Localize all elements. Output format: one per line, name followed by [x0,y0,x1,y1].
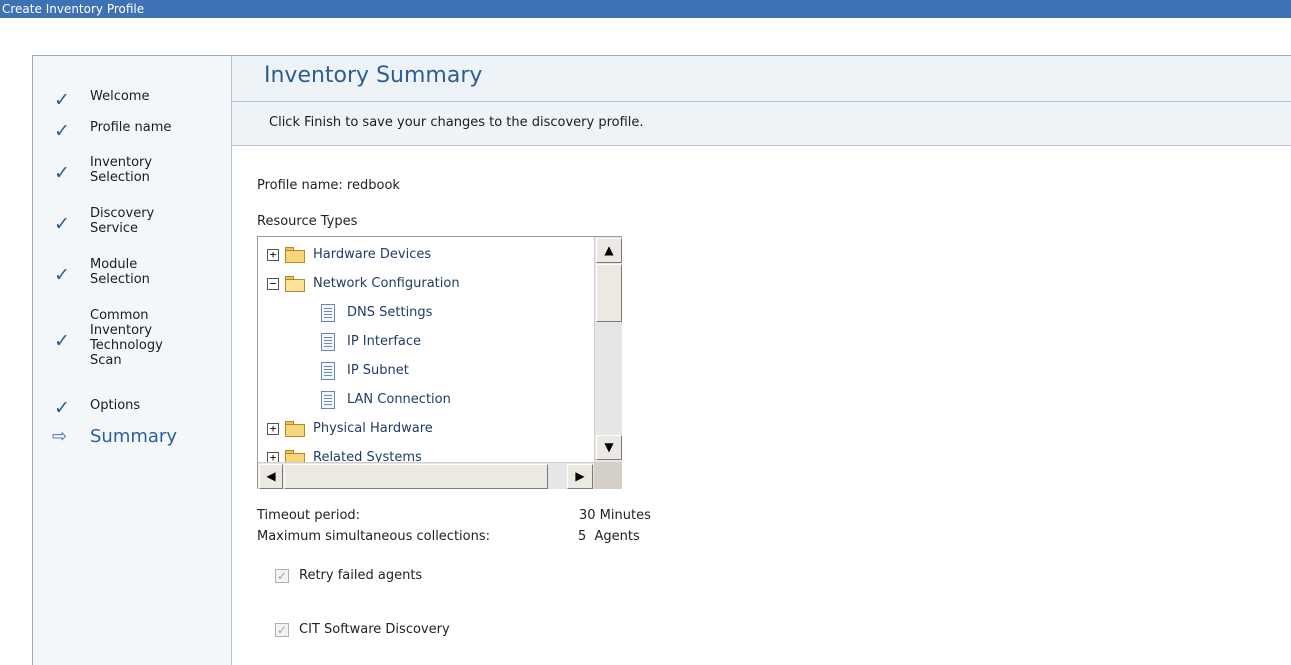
check-icon: ✓ [54,397,70,419]
step-label: Summary [90,426,177,447]
tree-item-network-configuration[interactable]: − Network Configuration [267,273,587,295]
tree-viewport: + Hardware Devices − Network Configurati… [258,237,594,462]
expand-icon[interactable]: + [267,423,279,435]
wizard-steps-sidebar: ✓ Welcome ✓ Profile name ✓ Inventory Sel… [33,56,232,665]
horizontal-scroll-thumb[interactable] [284,464,548,489]
check-icon: ✓ [54,162,70,184]
step-label: Options [90,398,141,413]
tree-item-label: Related Systems [313,450,422,462]
window-title: Create Inventory Profile [2,2,145,16]
expand-icon[interactable]: + [267,452,279,462]
collapse-icon[interactable]: − [267,278,279,290]
arrow-right-icon: ⇨ [52,426,68,447]
folder-open-icon [285,276,305,292]
resource-types-tree[interactable]: + Hardware Devices − Network Configurati… [257,236,622,489]
vertical-scroll-thumb[interactable] [596,264,622,322]
scroll-right-icon[interactable]: ▶ [567,464,593,489]
timeout-value: 30 Minutes [579,508,651,523]
expand-icon[interactable]: + [267,249,279,261]
tree-item-label: Network Configuration [313,276,460,291]
checkbox-label: CIT Software Discovery [299,622,450,637]
folder-icon [285,421,305,437]
retry-failed-agents-checkbox: ✓ [275,569,289,583]
scrollbar-corner [594,462,622,489]
tree-item-ip-interface[interactable]: IP Interface [321,331,581,353]
tree-item-label: Hardware Devices [313,247,432,262]
horizontal-scrollbar[interactable]: ◀ ▶ [258,462,594,489]
check-icon: ✓ [54,89,70,111]
wizard-frame: ✓ Welcome ✓ Profile name ✓ Inventory Sel… [32,55,1291,665]
step-label: Discovery Service [90,206,155,236]
tree-item-dns-settings[interactable]: DNS Settings [321,302,581,324]
cit-software-discovery-checkbox: ✓ [275,623,289,637]
resource-types-label: Resource Types [257,214,358,229]
document-icon [321,362,335,380]
step-label: Inventory Selection [90,155,153,185]
document-icon [321,304,335,322]
tree-item-label: IP Interface [347,334,422,349]
scroll-up-icon[interactable]: ▲ [596,238,622,263]
tree-item-physical-hardware[interactable]: + Physical Hardware [267,418,587,440]
check-icon: ✓ [54,213,70,235]
tree-item-related-systems[interactable]: + Related Systems [267,447,587,462]
tree-item-lan-connection[interactable]: LAN Connection [321,389,581,411]
tree-item-label: DNS Settings [347,305,433,320]
checkbox-label: Retry failed agents [299,568,423,583]
max-collections-value: 5 Agents [578,529,640,544]
timeout-label: Timeout period: [257,508,361,523]
tree-item-label: Physical Hardware [313,421,433,436]
tree-item-hardware-devices[interactable]: + Hardware Devices [267,244,587,266]
check-icon: ✓ [54,120,70,142]
document-icon [321,391,335,409]
vertical-scrollbar[interactable]: ▲ ▼ [594,237,622,462]
main-content: Inventory Summary Click Finish to save y… [232,56,1291,665]
tree-item-label: IP Subnet [347,363,409,378]
check-icon: ✓ [54,330,70,352]
step-label: Welcome [90,89,150,104]
instruction-text: Click Finish to save your changes to the… [269,115,644,130]
step-label: Profile name [90,120,172,135]
step-label: Module Selection [90,257,150,287]
scroll-down-icon[interactable]: ▼ [596,435,622,460]
page-title: Inventory Summary [264,63,483,88]
profile-name-text: Profile name: redbook [257,178,400,193]
header-divider [232,101,1291,102]
step-label: Common Inventory Technology Scan [90,308,163,368]
max-collections-label: Maximum simultaneous collections: [257,529,491,544]
document-icon [321,333,335,351]
page-header: Inventory Summary Click Finish to save y… [232,56,1291,146]
tree-item-ip-subnet[interactable]: IP Subnet [321,360,581,382]
check-icon: ✓ [54,264,70,286]
scroll-left-icon[interactable]: ◀ [259,464,283,489]
window-title-bar: Create Inventory Profile [0,0,1291,18]
folder-icon [285,247,305,263]
tree-item-label: LAN Connection [347,392,451,407]
folder-icon [285,450,305,462]
